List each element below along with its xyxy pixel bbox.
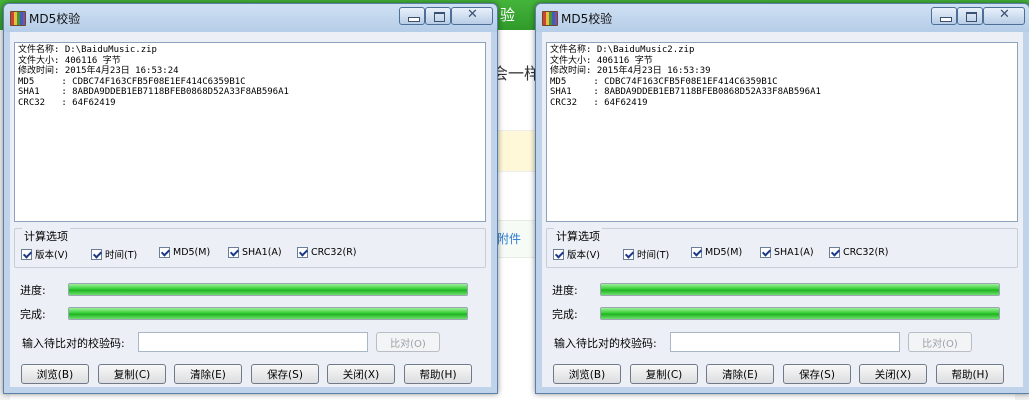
file-name-line: 文件名称: D:\BaiduMusic2.zip bbox=[550, 45, 695, 55]
compare-label: 输入待比对的校验码: bbox=[22, 337, 125, 350]
checkmark-icon bbox=[91, 248, 102, 260]
app-icon bbox=[10, 11, 26, 26]
result-text-area[interactable]: 文件名称: D:\BaiduMusic2.zip 文件大小: 406116 字节… bbox=[546, 42, 1018, 222]
close-button[interactable]: 关闭(X) bbox=[859, 364, 927, 384]
close-window-button[interactable]: ✕ bbox=[983, 7, 1025, 25]
complete-bar bbox=[600, 307, 1000, 320]
compare-label: 输入待比对的校验码: bbox=[554, 337, 657, 350]
sha1-line: SHA1 : 8ABDA9DDEB1EB7118BFEB0868D52A33F8… bbox=[550, 87, 821, 97]
clear-button[interactable]: 清除(E) bbox=[174, 364, 242, 384]
close-button[interactable]: 关闭(X) bbox=[327, 364, 395, 384]
save-button[interactable]: 保存(S) bbox=[251, 364, 319, 384]
time-checkbox[interactable]: 时间(T) bbox=[623, 247, 669, 261]
calc-options-label: 计算选项 bbox=[554, 228, 602, 244]
compare-hash-input[interactable] bbox=[670, 332, 900, 352]
calc-options-group: 计算选项 版本(V) 时间(T) MD5(M) SHA1(A) CRC32(R) bbox=[14, 228, 486, 268]
checkmark-icon bbox=[553, 248, 564, 260]
crc32-line: CRC32 : 64F62419 bbox=[550, 97, 648, 108]
checkmark-icon bbox=[691, 247, 702, 258]
md5-window-2: MD5校验 ✕ 文件名称: D:\BaiduMusic2.zip 文件大小: 4… bbox=[535, 3, 1029, 394]
time-checkbox[interactable]: 时间(T) bbox=[91, 247, 137, 261]
background-heading-fragment: 会一样 bbox=[492, 64, 541, 83]
md5-checkbox[interactable]: MD5(M) bbox=[691, 247, 742, 258]
checkmark-icon bbox=[297, 247, 308, 258]
complete-fill bbox=[601, 308, 999, 319]
calc-options-label: 计算选项 bbox=[22, 228, 70, 244]
checkmark-icon bbox=[623, 248, 634, 260]
maximize-button[interactable] bbox=[957, 7, 983, 25]
close-icon: ✕ bbox=[999, 7, 1010, 22]
progress-label: 进度: bbox=[552, 284, 578, 297]
md5-line: MD5 : CDBC74F163CFB5F08E1EF414C6359B1C bbox=[550, 76, 778, 87]
browse-button[interactable]: 浏览(B) bbox=[553, 364, 621, 384]
copy-button[interactable]: 复制(C) bbox=[630, 364, 698, 384]
crc32-checkbox[interactable]: CRC32(R) bbox=[829, 247, 889, 258]
help-button[interactable]: 帮助(H) bbox=[404, 364, 472, 384]
window-title: MD5校验 bbox=[29, 12, 81, 26]
progress-fill bbox=[601, 284, 999, 295]
complete-bar bbox=[68, 307, 468, 320]
complete-label: 完成: bbox=[20, 308, 46, 321]
modified-time-line: 修改时间: 2015年4月23日 16:53:39 bbox=[550, 66, 711, 76]
progress-bar bbox=[600, 283, 1000, 296]
file-size-line: 文件大小: 406116 字节 bbox=[18, 55, 121, 66]
checkmark-icon bbox=[21, 248, 32, 260]
close-icon: ✕ bbox=[467, 7, 478, 22]
md5-window-1: MD5校验 ✕ 文件名称: D:\BaiduMusic.zip 文件大小: 40… bbox=[3, 3, 498, 394]
clear-button[interactable]: 清除(E) bbox=[706, 364, 774, 384]
checkmark-icon bbox=[760, 247, 771, 258]
modified-time-line: 修改时间: 2015年4月23日 16:53:24 bbox=[18, 66, 179, 76]
title-bar[interactable]: MD5校验 ✕ bbox=[536, 4, 1029, 32]
minimize-icon bbox=[408, 17, 420, 22]
progress-label: 进度: bbox=[20, 284, 46, 297]
compare-button[interactable]: 比对(O) bbox=[376, 332, 440, 352]
window-client-area: 文件名称: D:\BaiduMusic.zip 文件大小: 406116 字节 … bbox=[10, 32, 491, 387]
sha1-line: SHA1 : 8ABDA9DDEB1EB7118BFEB0868D52A33F8… bbox=[18, 87, 289, 97]
file-size-line: 文件大小: 406116 字节 bbox=[550, 55, 653, 66]
checkmark-icon bbox=[228, 247, 239, 258]
app-icon bbox=[542, 11, 558, 26]
close-window-button[interactable]: ✕ bbox=[451, 7, 493, 25]
minimize-button[interactable] bbox=[399, 7, 425, 25]
crc32-line: CRC32 : 64F62419 bbox=[18, 97, 116, 108]
calc-options-group: 计算选项 版本(V) 时间(T) MD5(M) SHA1(A) CRC32(R) bbox=[546, 228, 1018, 268]
md5-checkbox[interactable]: MD5(M) bbox=[159, 247, 210, 258]
checkmark-icon bbox=[159, 247, 170, 258]
copy-button[interactable]: 复制(C) bbox=[98, 364, 166, 384]
maximize-icon bbox=[434, 12, 445, 22]
minimize-icon bbox=[940, 17, 952, 22]
background-header-text: 验 bbox=[500, 6, 516, 24]
compare-button[interactable]: 比对(O) bbox=[908, 332, 972, 352]
background-attachment-link[interactable]: 附件 bbox=[497, 230, 521, 247]
result-text-area[interactable]: 文件名称: D:\BaiduMusic.zip 文件大小: 406116 字节 … bbox=[14, 42, 486, 222]
file-name-line: 文件名称: D:\BaiduMusic.zip bbox=[18, 45, 157, 55]
complete-fill bbox=[69, 308, 467, 319]
progress-fill bbox=[69, 284, 467, 295]
version-checkbox[interactable]: 版本(V) bbox=[553, 247, 600, 261]
window-title: MD5校验 bbox=[561, 12, 613, 26]
minimize-button[interactable] bbox=[931, 7, 957, 25]
compare-hash-input[interactable] bbox=[138, 332, 368, 352]
sha1-checkbox[interactable]: SHA1(A) bbox=[228, 247, 282, 258]
maximize-button[interactable] bbox=[425, 7, 451, 25]
version-checkbox[interactable]: 版本(V) bbox=[21, 247, 68, 261]
maximize-icon bbox=[966, 12, 977, 22]
complete-label: 完成: bbox=[552, 308, 578, 321]
title-bar[interactable]: MD5校验 ✕ bbox=[4, 4, 497, 32]
crc32-checkbox[interactable]: CRC32(R) bbox=[297, 247, 357, 258]
checkmark-icon bbox=[829, 247, 840, 258]
window-client-area: 文件名称: D:\BaiduMusic2.zip 文件大小: 406116 字节… bbox=[542, 32, 1023, 387]
md5-line: MD5 : CDBC74F163CFB5F08E1EF414C6359B1C bbox=[18, 76, 246, 87]
help-button[interactable]: 帮助(H) bbox=[936, 364, 1004, 384]
progress-bar bbox=[68, 283, 468, 296]
save-button[interactable]: 保存(S) bbox=[783, 364, 851, 384]
browse-button[interactable]: 浏览(B) bbox=[21, 364, 89, 384]
sha1-checkbox[interactable]: SHA1(A) bbox=[760, 247, 814, 258]
